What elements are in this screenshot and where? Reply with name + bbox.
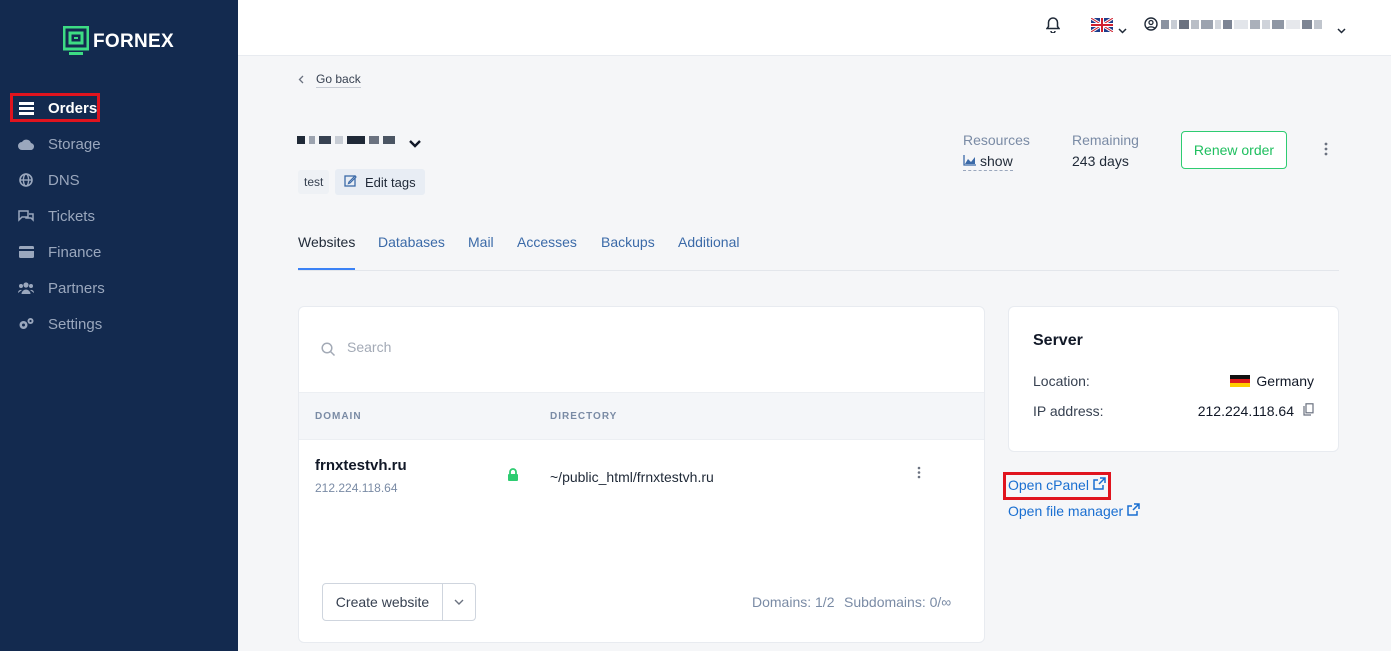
user-circle-icon[interactable] <box>1144 17 1158 34</box>
lock-icon <box>507 468 519 485</box>
ip-label: IP address: <box>1033 403 1104 419</box>
column-header-domain: DOMAIN <box>315 411 362 422</box>
tag-badge: test <box>298 170 330 194</box>
search-input[interactable] <box>347 339 747 355</box>
active-tab-indicator <box>298 268 355 270</box>
search-icon <box>321 342 336 360</box>
go-back-link[interactable]: Go back <box>298 72 361 88</box>
show-label: show <box>980 153 1013 169</box>
order-kebab-icon[interactable] <box>1324 142 1328 161</box>
remaining-label: Remaining <box>1072 132 1139 148</box>
open-file-manager-link[interactable]: Open file manager <box>1008 503 1140 519</box>
location-value: Germany <box>1230 373 1314 389</box>
remaining-value: 243 days <box>1072 153 1129 169</box>
globe-icon <box>18 172 34 188</box>
external-link-icon <box>1127 503 1140 519</box>
resources-show-link[interactable]: show <box>963 153 1013 171</box>
uk-flag-icon[interactable] <box>1090 16 1114 34</box>
renew-order-button[interactable]: Renew order <box>1181 131 1287 169</box>
create-website-button[interactable]: Create website <box>323 584 443 620</box>
cloud-icon <box>18 136 34 152</box>
order-name-redacted <box>297 136 395 144</box>
language-chevron-down-icon[interactable] <box>1118 21 1127 37</box>
table-header: DOMAIN DIRECTORY <box>299 393 984 440</box>
sidebar-item-settings[interactable]: Settings <box>18 312 102 336</box>
sidebar-item-tickets[interactable]: Tickets <box>18 204 95 228</box>
chevron-down-icon <box>454 599 464 605</box>
copy-icon[interactable] <box>1303 403 1314 419</box>
search-row <box>299 307 984 393</box>
subdomains-count: Subdomains: 0/∞ <box>844 594 952 610</box>
tab-databases[interactable]: Databases <box>378 234 445 250</box>
edit-icon <box>344 174 357 190</box>
open-cpanel-link[interactable]: Open cPanel <box>1008 477 1106 493</box>
sidebar-item-storage[interactable]: Storage <box>18 132 101 156</box>
sidebar-item-finance[interactable]: Finance <box>18 240 101 264</box>
tab-mail[interactable]: Mail <box>468 234 494 250</box>
user-chevron-down-icon[interactable] <box>1337 21 1346 37</box>
tab-additional[interactable]: Additional <box>678 234 740 250</box>
external-link-icon <box>1093 477 1106 493</box>
edit-tags-button[interactable]: Edit tags <box>335 169 425 195</box>
sidebar-item-label: Settings <box>48 315 103 333</box>
fornex-logo-icon <box>63 26 89 55</box>
sidebar-item-dns[interactable]: DNS <box>18 168 80 192</box>
gears-icon <box>18 316 34 332</box>
sidebar-item-label: DNS <box>48 171 80 189</box>
sidebar-item-partners[interactable]: Partners <box>18 276 105 300</box>
user-name-redacted[interactable] <box>1161 20 1322 29</box>
websites-card: DOMAIN DIRECTORY frnxtestvh.ru 212.224.1… <box>298 306 985 643</box>
create-website-split-button: Create website <box>322 583 476 621</box>
open-cpanel-label: Open cPanel <box>1008 477 1089 493</box>
top-bar <box>238 0 1391 56</box>
resources-label: Resources <box>963 132 1030 148</box>
create-website-dropdown[interactable] <box>443 584 475 620</box>
sidebar-item-orders[interactable]: Orders <box>18 96 97 120</box>
sidebar-item-label: Orders <box>48 99 98 117</box>
server-title: Server <box>1033 332 1083 349</box>
location-text: Germany <box>1256 373 1314 389</box>
directory-path: ~/public_html/frnxtestvh.ru <box>550 469 714 485</box>
sidebar-item-label: Finance <box>48 243 102 261</box>
ip-value: 212.224.118.64 <box>1198 403 1314 419</box>
go-back-label: Go back <box>316 72 361 88</box>
logo[interactable]: FORNEX <box>63 26 174 58</box>
order-switch-chevron-icon[interactable] <box>408 136 422 152</box>
tab-websites[interactable]: Websites <box>298 234 355 250</box>
table-row[interactable]: frnxtestvh.ru 212.224.118.64 ~/public_ht… <box>299 440 984 520</box>
open-file-manager-label: Open file manager <box>1008 503 1124 519</box>
location-label: Location: <box>1033 373 1090 389</box>
tabs: Websites Databases Mail Accesses Backups… <box>298 234 1339 271</box>
ip-text: 212.224.118.64 <box>1197 403 1294 419</box>
edit-tags-label: Edit tags <box>365 174 416 190</box>
tab-accesses[interactable]: Accesses <box>517 234 577 250</box>
sidebar-item-label: Storage <box>48 135 101 153</box>
logo-text: FORNEX <box>93 31 174 52</box>
germany-flag-icon <box>1230 374 1251 388</box>
users-icon <box>18 280 34 296</box>
list-icon <box>18 100 34 116</box>
sidebar: FORNEX Orders Storage DNS Tickets Financ… <box>0 0 238 651</box>
domains-count: Domains: 1/2 <box>752 594 835 610</box>
tab-backups[interactable]: Backups <box>601 234 655 250</box>
domain-name[interactable]: frnxtestvh.ru <box>315 457 407 474</box>
row-kebab-icon[interactable] <box>917 466 921 482</box>
column-header-directory: DIRECTORY <box>550 411 618 422</box>
sidebar-item-label: Partners <box>48 279 105 297</box>
card-icon <box>18 244 34 260</box>
chevron-left-icon <box>298 73 304 87</box>
sidebar-item-label: Tickets <box>48 207 95 225</box>
server-card: Server Location: Germany IP address: 212… <box>1008 306 1339 452</box>
bell-icon[interactable] <box>1045 17 1061 36</box>
chat-icon <box>18 208 34 224</box>
chart-icon <box>963 153 976 169</box>
domain-ip: 212.224.118.64 <box>315 481 398 495</box>
